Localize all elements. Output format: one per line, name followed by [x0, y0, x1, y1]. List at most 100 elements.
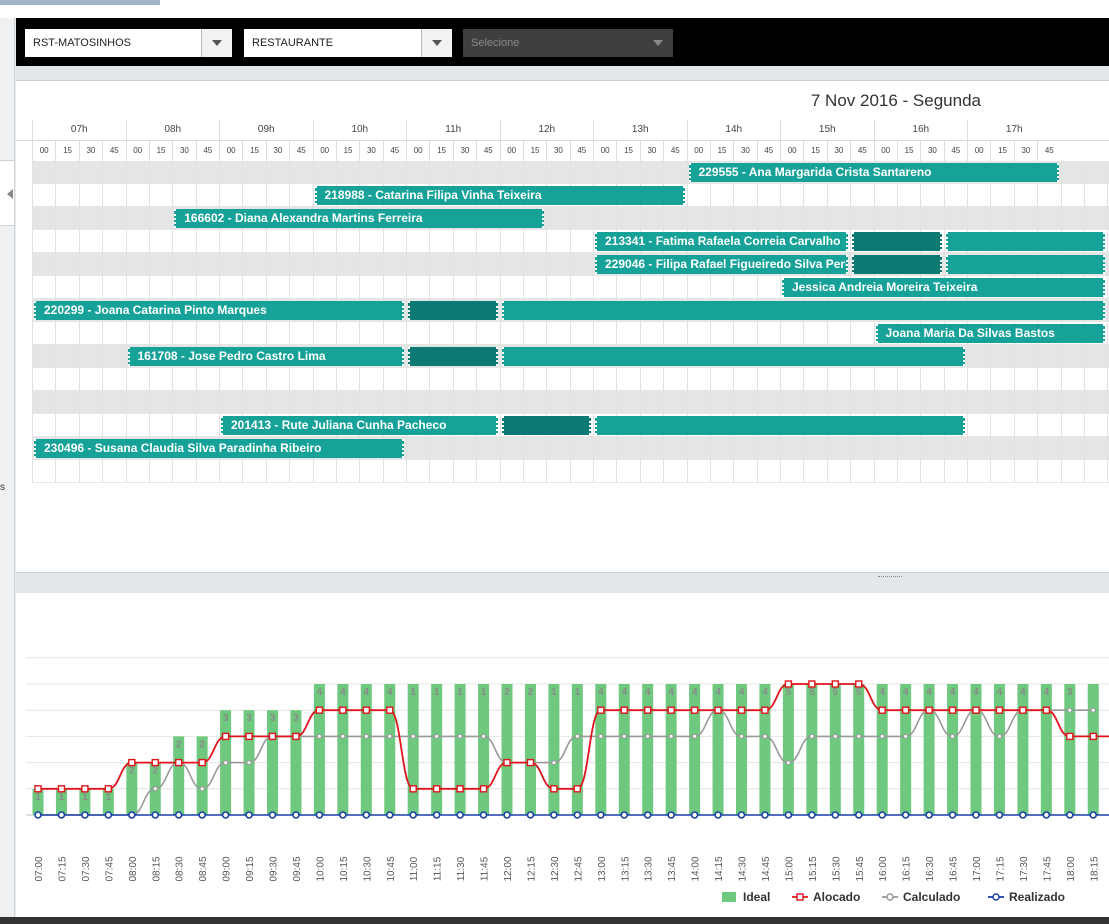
realizado-point: [268, 811, 277, 819]
break-bar[interactable]: [501, 416, 591, 435]
quarter-label: 30: [359, 141, 382, 161]
shift-bar[interactable]: Joana Maria Da Silvas Bastos: [875, 324, 1106, 343]
hour-label-11h: 11h: [406, 120, 500, 140]
alocado-point: [292, 732, 300, 741]
realizado-point: [409, 811, 418, 819]
calculado-point: [692, 733, 698, 739]
realizado-point: [526, 811, 535, 819]
alocado-label: 1: [35, 792, 41, 803]
shift-bar[interactable]: 166602 - Diana Alexandra Martins Ferreir…: [174, 209, 545, 228]
calculado-point: [598, 733, 604, 739]
shift-bar[interactable]: 201413 - Rute Juliana Cunha Pacheco: [221, 416, 498, 435]
shift-bar[interactable]: Jessica Andreia Moreira Teixeira: [782, 278, 1106, 297]
chevron-down-icon[interactable]: [201, 29, 232, 57]
logo: [0, 0, 160, 5]
alocado-label: 1: [457, 687, 463, 698]
alocado-point: [526, 758, 535, 767]
shift-bar[interactable]: 229046 - Filipa Rafael Figueiredo Silva …: [595, 255, 849, 274]
quarter-label: 00: [312, 141, 336, 161]
x-tick-label: 16:00: [878, 856, 889, 881]
store-select[interactable]: RST-MATOSINHOS: [25, 29, 232, 57]
x-tick-label: 14:15: [714, 856, 725, 881]
calculado-point: [152, 786, 158, 792]
drag-handle-icon[interactable]: [878, 576, 902, 581]
realizado-point: [362, 811, 371, 819]
quarter-label: 15: [55, 141, 78, 161]
realizado-point: [292, 811, 300, 819]
x-tick-label: 07:45: [104, 856, 115, 881]
legend-label[interactable]: Realizado: [1009, 890, 1065, 904]
calculado-point: [668, 733, 674, 739]
alocado-label: 4: [621, 687, 627, 698]
legend-label[interactable]: Ideal: [743, 890, 770, 904]
quarter-label: 30: [546, 141, 569, 161]
quarter-label: 30: [1013, 141, 1037, 161]
legend-label[interactable]: Calculado: [903, 890, 960, 904]
alocado-point: [362, 706, 370, 714]
section-select[interactable]: RESTAURANTE: [244, 29, 452, 57]
x-tick-label: 17:00: [972, 856, 983, 881]
quarter-label: 00: [125, 141, 149, 161]
grid-line: [1013, 161, 1015, 483]
ideal-bar: [876, 684, 888, 815]
realizado-point: [596, 811, 605, 819]
shift-bar[interactable]: 213341 - Fatima Rafaela Correia Carvalho: [595, 232, 849, 251]
alocado-label: 4: [364, 687, 370, 698]
shift-bar[interactable]: 230496 - Susana Claudia Silva Paradinha …: [34, 439, 404, 458]
alocado-label: 4: [387, 687, 393, 698]
calculado-point: [621, 733, 627, 739]
break-bar[interactable]: [852, 255, 942, 274]
shift-bar[interactable]: 229555 - Ana Margarida Crista Santareno: [688, 163, 1059, 182]
alocado-point: [667, 706, 675, 714]
x-tick-label: 10:00: [315, 856, 326, 881]
break-bar[interactable]: [408, 347, 498, 366]
alocado-label: 1: [575, 687, 581, 698]
realizado-point: [1019, 811, 1027, 819]
legend-label[interactable]: Alocado: [813, 890, 860, 904]
shift-bar[interactable]: [945, 255, 1106, 274]
third-select-value: Selecione: [471, 37, 520, 49]
shift-bar[interactable]: 218988 - Catarina Filipa Vinha Teixeira: [314, 186, 685, 205]
legend-ideal-swatch[interactable]: [722, 892, 736, 902]
alocado-label: 4: [903, 687, 909, 698]
x-tick-label: 13:00: [597, 856, 608, 881]
rail-text: s: [0, 482, 5, 493]
quarter-label: 15: [148, 141, 172, 161]
alocado-label: 1: [59, 792, 65, 803]
alocado-label: 4: [668, 687, 674, 698]
realizado-point: [620, 811, 629, 819]
break-bar[interactable]: [408, 301, 498, 320]
collapse-panel-button[interactable]: [0, 160, 15, 226]
hour-header: 07h 08h 09h 10h 11h 12h 13h 14h 15h 16h 17h: [16, 120, 1109, 140]
third-select[interactable]: Selecione: [463, 29, 673, 57]
legend-calculado-marker: [886, 893, 894, 901]
chevron-down-icon[interactable]: [643, 29, 673, 57]
quarter-label: 45: [382, 141, 406, 161]
shift-bar[interactable]: [501, 347, 965, 366]
shift-bar[interactable]: [501, 301, 1106, 320]
gantt-toolbar: [16, 66, 1109, 81]
x-tick-label: 15:30: [831, 856, 842, 881]
shift-bar[interactable]: [945, 232, 1106, 251]
quarter-label: 15: [335, 141, 359, 161]
shift-bar[interactable]: 220299 - Joana Catarina Pinto Marques: [34, 301, 404, 320]
break-bar[interactable]: [852, 232, 942, 251]
chevron-down-icon[interactable]: [421, 29, 452, 57]
quarter-label: 15: [429, 141, 452, 161]
alocado-point: [456, 785, 464, 793]
shift-bar[interactable]: [595, 416, 965, 435]
ideal-bar: [736, 684, 747, 815]
calculado-point: [996, 733, 1002, 739]
calculado-point: [316, 733, 322, 739]
grid-line: [1060, 161, 1062, 483]
hour-label-12h: 12h: [499, 120, 594, 140]
shift-bar[interactable]: 161708 - Jose Pedro Castro Lima: [127, 347, 404, 366]
quarter-label: 30: [452, 141, 476, 161]
calculado-point: [832, 733, 838, 739]
alocado-point: [268, 732, 277, 741]
alocado-label: 1: [481, 687, 487, 698]
x-tick-label: 09:00: [222, 856, 233, 881]
ideal-bar: [524, 684, 536, 815]
panel-splitter[interactable]: [16, 572, 1109, 594]
quarter-label: 30: [733, 141, 756, 161]
